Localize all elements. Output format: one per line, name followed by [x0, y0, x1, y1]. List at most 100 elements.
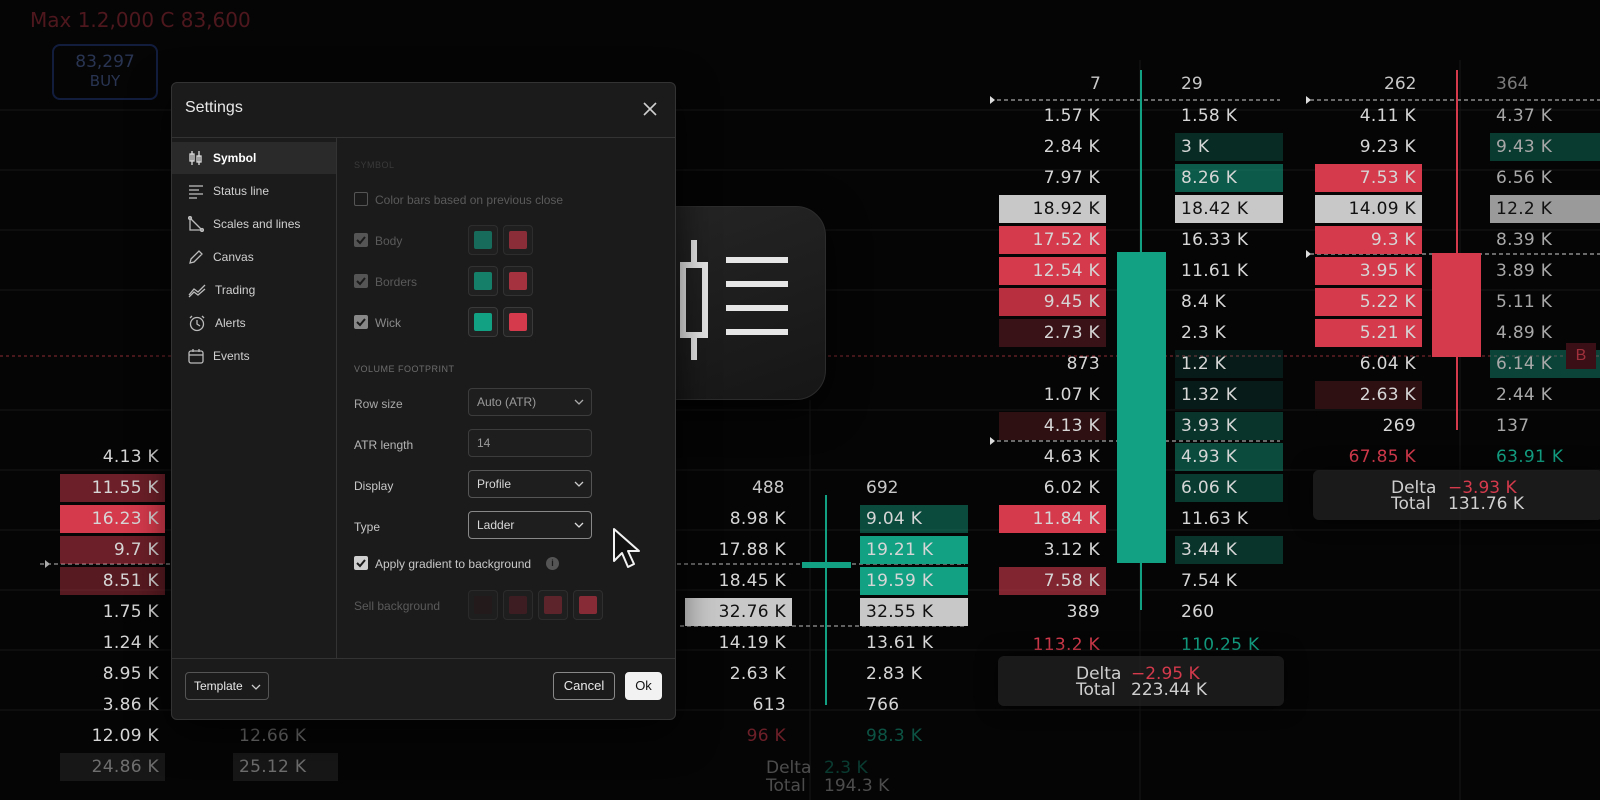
sidebar-item-status-line[interactable]: Status line — [172, 175, 336, 207]
footprint-cell: 1.07 K — [1043, 385, 1100, 405]
sidebar-item-scales[interactable]: Scales and lines — [172, 208, 336, 240]
footprint-cell: 5.11 K — [1496, 292, 1553, 312]
borders-up-color-swatch[interactable] — [468, 266, 498, 296]
footprint-cell: 2.73 K — [999, 319, 1106, 347]
settings-content: SYMBOL Color bars based on previous clos… — [337, 138, 675, 658]
info-icon[interactable]: i — [546, 557, 559, 570]
gradient-label: Apply gradient to background — [375, 557, 532, 571]
footprint-cell: 18.42 K — [1175, 195, 1283, 223]
footprint-cell: 4.63 K — [1043, 447, 1100, 467]
total-label: Total — [1076, 680, 1116, 700]
footprint-cell: 8.39 K — [1496, 230, 1553, 250]
footprint-cell: 11.63 K — [1181, 509, 1249, 529]
body-checkbox[interactable] — [354, 233, 368, 247]
body-down-color-swatch[interactable] — [503, 225, 533, 255]
footprint-cell: 13.61 K — [866, 633, 934, 653]
buy-badge[interactable]: 83,297 BUY — [52, 44, 158, 100]
footprint-cell: 613 — [752, 695, 786, 715]
wick-checkbox[interactable] — [354, 315, 368, 329]
template-label: Template — [194, 679, 243, 693]
footprint-cell: 8.26 K — [1175, 164, 1283, 192]
footprint-cell: 4.37 K — [1496, 106, 1553, 126]
body-up-color-swatch[interactable] — [468, 225, 498, 255]
sell-bg-swatch-4[interactable] — [573, 590, 603, 620]
footprint-cell: 137 — [1496, 416, 1530, 436]
template-dropdown[interactable]: Template — [185, 672, 269, 700]
cancel-button[interactable]: Cancel — [553, 672, 615, 700]
borders-down-color-swatch[interactable] — [503, 266, 533, 296]
total-value: 223.44 K — [1131, 680, 1208, 700]
footprint-cell: 2.83 K — [866, 664, 923, 684]
dialog-title: Settings — [185, 99, 243, 116]
total-label: Total — [1391, 494, 1431, 514]
sidebar-item-label: Status line — [213, 184, 270, 198]
sidebar-item-alerts[interactable]: Alerts — [172, 307, 336, 339]
scales-icon — [188, 216, 204, 232]
footprint-cell: 1.57 K — [1043, 106, 1100, 126]
footprint-cell: 16.23 K — [60, 505, 165, 533]
color-bars-label: Color bars based on previous close — [375, 193, 564, 207]
settings-dialog: Settings Symbol Status line Scales and l… — [171, 82, 676, 720]
gradient-checkbox[interactable] — [354, 556, 368, 570]
ok-button[interactable]: Ok — [625, 672, 662, 700]
delta-value: 2.3 K — [824, 758, 868, 778]
sidebar-item-trading[interactable]: Trading — [172, 274, 336, 306]
color-bars-checkbox[interactable] — [354, 192, 368, 206]
sidebar-item-label: Symbol — [213, 151, 257, 165]
display-select[interactable]: Profile — [468, 470, 592, 498]
footprint-cell: 12.2 K — [1490, 195, 1600, 223]
sidebar-item-canvas[interactable]: Canvas — [172, 241, 336, 273]
footprint-cell: 8.98 K — [729, 509, 786, 529]
footprint-cell: 4.93 K — [1175, 443, 1283, 471]
footprint-cell: 14.09 K — [1315, 195, 1422, 223]
settings-sidebar: Symbol Status line Scales and lines Canv… — [172, 138, 337, 658]
footprint-cell: 873 — [1066, 354, 1100, 374]
col-header: 262 — [1384, 74, 1417, 94]
row-size-select[interactable]: Auto (ATR) — [468, 388, 592, 416]
footprint-cell: 5.22 K — [1315, 288, 1422, 316]
display-label: Display — [354, 479, 394, 493]
sell-bg-swatch-3[interactable] — [538, 590, 568, 620]
wick-up-color-swatch[interactable] — [468, 307, 498, 337]
volume-footprint-section: VOLUME FOOTPRINT — [354, 364, 455, 374]
close-button[interactable] — [639, 98, 661, 120]
footprint-cell: 1.24 K — [102, 633, 159, 653]
footprint-cell: 6.06 K — [1175, 474, 1283, 502]
borders-checkbox[interactable] — [354, 274, 368, 288]
footprint-cell: 260 — [1181, 602, 1215, 622]
sell-bg-swatch-2[interactable] — [503, 590, 533, 620]
footprint-cell: 1.58 K — [1181, 106, 1238, 126]
sell-background-label: Sell background — [354, 599, 441, 613]
atr-length-input[interactable]: 14 — [468, 429, 592, 457]
footprint-cell: 11.55 K — [60, 474, 165, 502]
type-select[interactable]: Ladder — [468, 511, 592, 539]
footprint-cell: 63.91 K — [1496, 447, 1564, 467]
footprint-cell: 9.04 K — [860, 505, 968, 533]
total-label: Total — [766, 776, 806, 796]
col-header: 7 — [1090, 74, 1101, 94]
price-axis-badge: B — [1566, 343, 1596, 369]
row-size-label: Row size — [354, 397, 403, 411]
sidebar-item-events[interactable]: Events — [172, 340, 336, 372]
col-header: 29 — [1181, 74, 1203, 94]
wick-down-color-swatch[interactable] — [503, 307, 533, 337]
sidebar-item-label: Alerts — [215, 316, 246, 330]
close-icon — [643, 102, 657, 116]
footprint-cell: 24.86 K — [60, 753, 165, 781]
footprint-cell: 96 K — [746, 726, 786, 746]
row-size-value: Auto (ATR) — [477, 395, 537, 409]
footprint-cell: 3.89 K — [1496, 261, 1553, 281]
footprint-cell: 12.66 K — [239, 726, 307, 746]
chevron-down-icon — [574, 522, 584, 528]
buy-badge-label: BUY — [89, 72, 121, 90]
footprint-cell: 8.95 K — [102, 664, 159, 684]
footprint-cell: 9.7 K — [60, 536, 165, 564]
footprint-cell: 3 K — [1175, 133, 1283, 161]
sell-bg-swatch-1[interactable] — [468, 590, 498, 620]
buy-badge-value: 83,297 — [75, 52, 135, 72]
sidebar-item-label: Trading — [215, 283, 256, 297]
footprint-cell: 11.61 K — [1181, 261, 1249, 281]
sidebar-item-symbol[interactable]: Symbol — [172, 142, 336, 174]
footprint-cell: 12.54 K — [999, 257, 1106, 285]
chevron-down-icon — [574, 399, 584, 405]
